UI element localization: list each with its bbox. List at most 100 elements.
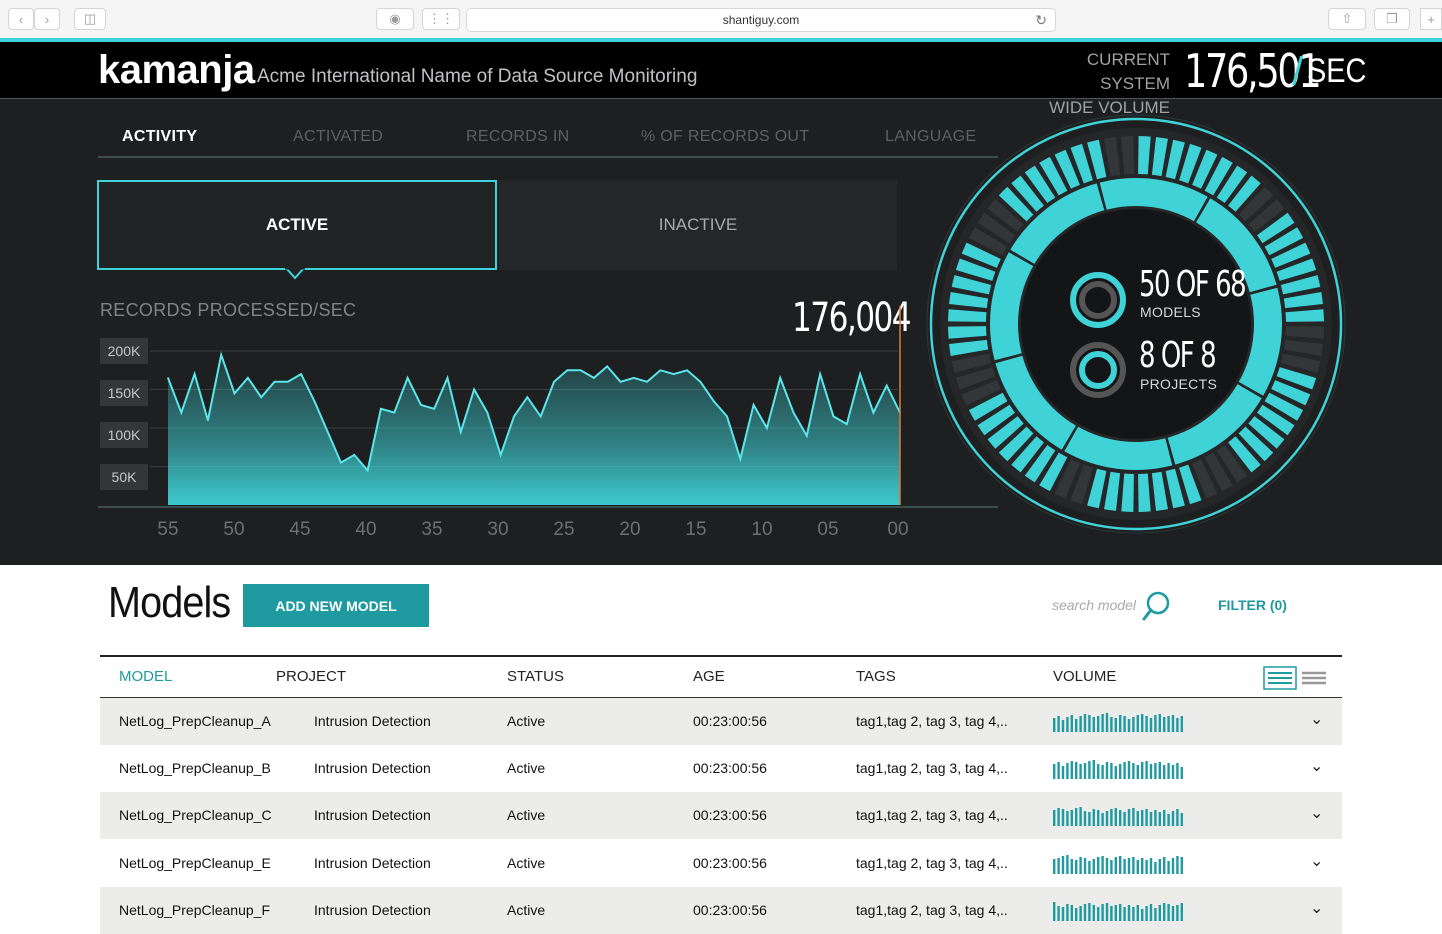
column-header-age[interactable]: AGE bbox=[693, 668, 725, 685]
chart-point bbox=[460, 431, 462, 433]
chart-point bbox=[260, 396, 262, 399]
chart-point bbox=[686, 369, 688, 372]
chart-point bbox=[859, 373, 861, 375]
sparkline-bar bbox=[1101, 765, 1104, 779]
sparkline-bar bbox=[1127, 858, 1131, 874]
model-name[interactable]: NetLog_PrepCleanup_F bbox=[119, 902, 270, 918]
expand-chevron-icon[interactable]: ⌄ bbox=[1310, 851, 1323, 871]
sparkline-bar bbox=[1149, 812, 1153, 826]
table-row[interactable]: NetLog_PrepCleanup_F Intrusion Detection… bbox=[100, 887, 1342, 934]
sparkline-bar bbox=[1070, 859, 1073, 874]
back-icon[interactable]: ‹ bbox=[8, 8, 34, 30]
sparkline-bar bbox=[1167, 904, 1170, 921]
chart-point bbox=[393, 411, 396, 414]
column-header-status[interactable]: STATUS bbox=[507, 668, 564, 685]
chart-point bbox=[193, 373, 196, 375]
sparkline-bar bbox=[1180, 857, 1183, 874]
sparkline-bar bbox=[1163, 857, 1166, 874]
sparkline-bar bbox=[1154, 862, 1157, 874]
tabs-icon[interactable]: ❐ bbox=[1374, 8, 1410, 30]
sparkline-bar bbox=[1141, 714, 1144, 732]
address-bar[interactable]: shantiguy.com ↻ bbox=[466, 8, 1056, 32]
sparkline-bar bbox=[1110, 763, 1113, 779]
sparkline-bar bbox=[1180, 903, 1183, 921]
model-name[interactable]: NetLog_PrepCleanup_B bbox=[119, 760, 271, 776]
volume-sparkline bbox=[1053, 855, 1183, 874]
detailed-list-view-icon[interactable] bbox=[1263, 666, 1297, 690]
column-header-volume[interactable]: VOLUME bbox=[1053, 668, 1116, 685]
compact-list-view-icon[interactable] bbox=[1301, 666, 1327, 690]
volume-sparkline bbox=[1053, 760, 1183, 779]
table-row[interactable]: NetLog_PrepCleanup_C Intrusion Detection… bbox=[100, 792, 1342, 839]
sparkline-bar bbox=[1145, 761, 1148, 779]
chart-point bbox=[593, 377, 595, 379]
sparkline-bar bbox=[1158, 812, 1161, 826]
expand-chevron-icon[interactable]: ⌄ bbox=[1310, 709, 1323, 729]
reload-icon[interactable]: ↻ bbox=[1035, 12, 1047, 29]
sparkline-bar bbox=[1136, 765, 1139, 779]
sparkline-bar bbox=[1105, 713, 1109, 732]
x-tick: 25 bbox=[553, 519, 575, 540]
chart-point bbox=[300, 373, 302, 375]
search-model-input[interactable] bbox=[1030, 594, 1136, 616]
new-tab-icon[interactable]: + bbox=[1420, 8, 1442, 30]
model-name[interactable]: NetLog_PrepCleanup_C bbox=[119, 807, 272, 823]
sparkline-bar bbox=[1119, 904, 1122, 921]
chart-point bbox=[473, 388, 475, 391]
projects-label: PROJECTS bbox=[1140, 376, 1218, 392]
expand-chevron-icon[interactable]: ⌄ bbox=[1310, 756, 1323, 776]
sparkline-bar bbox=[1070, 761, 1073, 779]
privacy-icon[interactable]: ◉ bbox=[376, 8, 414, 30]
sparkline-bar bbox=[1110, 906, 1113, 921]
sparkline-bar bbox=[1145, 716, 1148, 732]
share-icon[interactable]: ⇧ bbox=[1328, 8, 1366, 30]
sparkline-bar bbox=[1123, 812, 1126, 826]
project-name: Intrusion Detection bbox=[314, 902, 431, 918]
x-tick: 50 bbox=[223, 519, 245, 540]
x-tick: 10 bbox=[751, 519, 773, 540]
table-row[interactable]: NetLog_PrepCleanup_A Intrusion Detection… bbox=[100, 698, 1342, 745]
expand-chevron-icon[interactable]: ⌄ bbox=[1310, 803, 1323, 823]
sparkline-bar bbox=[1066, 717, 1069, 732]
chart-point bbox=[433, 407, 435, 410]
sparkline-bar bbox=[1079, 807, 1082, 826]
x-tick: 45 bbox=[289, 519, 311, 540]
browser-toolbar: ‹ › ◫ ◉ ⋮⋮ shantiguy.com ↻ ⇧ ❐ + bbox=[0, 0, 1442, 40]
sparkline-bar bbox=[1075, 808, 1078, 826]
models-table-header: MODEL PROJECT STATUS AGE TAGS VOLUME bbox=[100, 655, 1342, 698]
column-header-project[interactable]: PROJECT bbox=[276, 668, 346, 685]
chart-point bbox=[779, 377, 782, 379]
filter-button[interactable]: FILTER (0) bbox=[1218, 597, 1287, 613]
url-text: shantiguy.com bbox=[722, 13, 800, 27]
expand-chevron-icon[interactable]: ⌄ bbox=[1310, 898, 1323, 918]
chart-area-fill bbox=[168, 354, 900, 505]
volume-slash: / bbox=[1292, 50, 1304, 94]
sparkline-bar bbox=[1083, 904, 1087, 921]
age-text: 00:23:00:56 bbox=[693, 760, 767, 776]
add-new-model-button[interactable]: ADD NEW MODEL bbox=[243, 584, 429, 627]
model-name[interactable]: NetLog_PrepCleanup_E bbox=[119, 855, 271, 871]
column-header-tags[interactable]: TAGS bbox=[856, 668, 896, 685]
sparkline-bar bbox=[1075, 860, 1078, 874]
model-name[interactable]: NetLog_PrepCleanup_A bbox=[119, 713, 271, 729]
table-row[interactable]: NetLog_PrepCleanup_B Intrusion Detection… bbox=[100, 745, 1342, 792]
sparkline-bar bbox=[1114, 808, 1117, 826]
sparkline-bar bbox=[1075, 762, 1078, 779]
table-row[interactable]: NetLog_PrepCleanup_E Intrusion Detection… bbox=[100, 840, 1342, 887]
forward-icon[interactable]: › bbox=[34, 8, 60, 30]
chart-point bbox=[233, 392, 236, 395]
column-header-model[interactable]: MODEL bbox=[119, 668, 172, 685]
grid-icon[interactable]: ⋮⋮ bbox=[422, 8, 460, 30]
sparkline-bar bbox=[1066, 763, 1069, 779]
chart-point bbox=[579, 369, 582, 372]
models-heading: Models bbox=[108, 578, 231, 627]
chart-point bbox=[247, 377, 249, 379]
sparkline-bar bbox=[1154, 810, 1157, 826]
sparkline-bar bbox=[1123, 762, 1126, 779]
projects-count: 8 OF 8 bbox=[1139, 335, 1217, 376]
search-icon[interactable] bbox=[1142, 590, 1172, 622]
sidebar-icon[interactable]: ◫ bbox=[74, 8, 106, 30]
sparkline-bar bbox=[1083, 763, 1087, 779]
chart-point bbox=[526, 396, 529, 399]
chart-point bbox=[619, 381, 622, 383]
